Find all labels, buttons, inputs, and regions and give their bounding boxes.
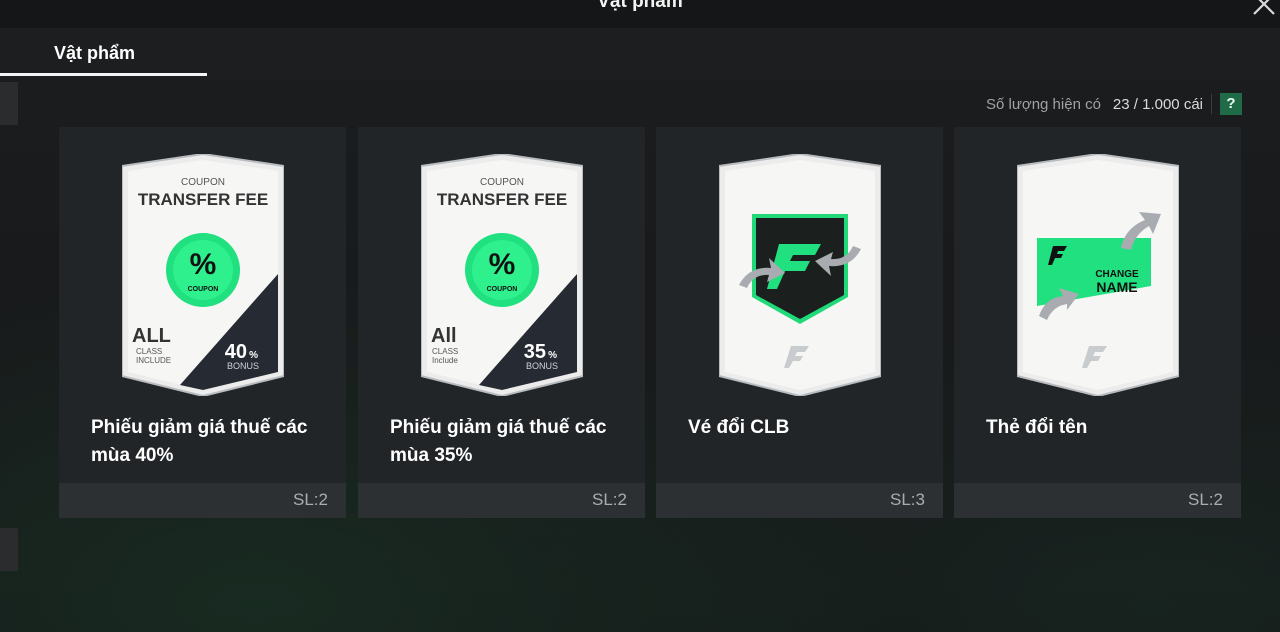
item-quantity: SL:2	[1188, 490, 1223, 509]
item-card[interactable]: CHANGE NAME Thẻ đổi tên SL:2	[954, 127, 1241, 518]
item-name: Vé đổi CLB	[688, 417, 790, 438]
item-footer: SL:2	[358, 483, 645, 518]
class-main: All	[431, 325, 457, 347]
name-change-card-icon: CHANGE NAME	[1017, 154, 1179, 396]
class-line1: CLASS	[432, 347, 458, 356]
svg-text:%: %	[190, 248, 217, 281]
transfer-fee-coupon-icon: COUPON TRANSFER FEE % COUPON ALL CLASS I…	[122, 154, 284, 396]
coupon-caption: COUPON	[480, 177, 524, 188]
left-scroll-tab[interactable]	[0, 82, 18, 125]
item-name: Phiếu giảm giá thuế các mùa 35%	[390, 417, 607, 466]
bonus-percent: 35	[524, 341, 546, 363]
item-name: Thẻ đổi tên	[986, 417, 1088, 438]
coupon-title: TRANSFER FEE	[437, 190, 567, 209]
transfer-fee-coupon-icon: COUPON TRANSFER FEE % COUPON All CLASS I…	[421, 154, 583, 396]
svg-text:%: %	[489, 248, 516, 281]
item-card[interactable]: COUPON TRANSFER FEE % COUPON All CLASS I…	[358, 127, 645, 518]
item-quantity: SL:2	[592, 490, 627, 509]
title-bar: Vật phẩm	[0, 0, 1280, 28]
window-title: Vật phẩm	[597, 0, 683, 12]
tab-active-indicator	[0, 73, 207, 76]
badge-caption: COUPON	[487, 286, 518, 293]
inventory-count-label: Số lượng hiện có	[985, 95, 1101, 113]
divider	[1211, 94, 1212, 114]
bonus-caption: BONUS	[526, 361, 558, 371]
class-line2: INCLUDE	[136, 356, 171, 365]
bonus-caption: BONUS	[227, 361, 259, 371]
bonus-unit: %	[548, 350, 557, 361]
item-name: Phiếu giảm giá thuế các mùa 40%	[91, 417, 308, 466]
bonus-percent: 40	[225, 341, 247, 363]
class-line2: Include	[432, 356, 458, 365]
inventory-count-value: 23 / 1.000 cái	[1112, 95, 1203, 113]
left-scroll-tab[interactable]	[0, 528, 18, 571]
tab-items-label: Vật phẩm	[54, 43, 136, 63]
bonus-unit: %	[249, 350, 258, 361]
item-card[interactable]: Vé đổi CLB SL:3	[656, 127, 943, 518]
coupon-caption: COUPON	[181, 177, 225, 188]
coupon-title: TRANSFER FEE	[138, 190, 268, 209]
tab-items[interactable]: Vật phẩm	[0, 28, 207, 76]
club-change-ticket-icon	[719, 154, 881, 396]
item-footer: SL:2	[954, 483, 1241, 518]
item-card[interactable]: COUPON TRANSFER FEE % COUPON ALL CLASS I…	[59, 127, 346, 518]
item-footer: SL:2	[59, 483, 346, 518]
change-name-line2: NAME	[1096, 279, 1137, 295]
item-quantity: SL:2	[293, 490, 328, 509]
badge-caption: COUPON	[188, 286, 219, 293]
close-icon	[1253, 0, 1275, 15]
tab-bar: Vật phẩm	[0, 28, 1280, 80]
inventory-count: Số lượng hiện có 23 / 1.000 cái ?	[986, 93, 1242, 115]
item-footer: SL:3	[656, 483, 943, 518]
item-quantity: SL:3	[890, 490, 925, 509]
help-button[interactable]: ?	[1220, 93, 1242, 115]
class-main: ALL	[132, 325, 171, 347]
class-line1: CLASS	[136, 347, 162, 356]
close-button[interactable]	[1248, 0, 1280, 20]
